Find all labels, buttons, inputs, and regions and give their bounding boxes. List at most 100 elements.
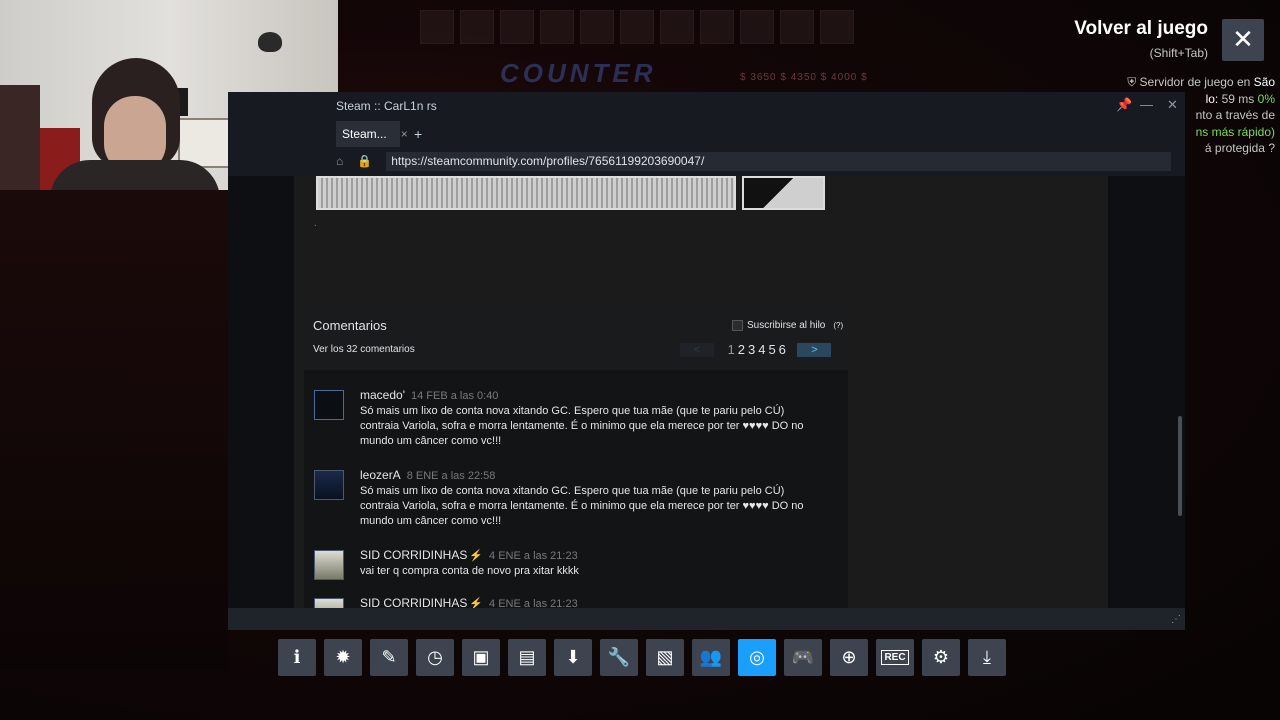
timer-button[interactable]: ◷ [416,639,454,676]
comment-text: Só mais um lixo de conta nova xitando GC… [360,405,804,447]
avatar[interactable] [314,470,344,500]
back-to-game-shortcut: (Shift+Tab) [1149,46,1208,60]
game-left-panel [0,190,228,670]
gear-button[interactable]: ⚙ [922,639,960,676]
pager-prev-button[interactable]: < [680,342,714,357]
tab-steam[interactable]: Steam... × [336,120,408,147]
pager-page[interactable]: 2 [738,342,745,357]
game-hud-loadout [420,0,870,60]
comment-author[interactable]: SID CORRIDINHAS [360,548,467,562]
comment-text: Só mais um lixo de conta nova xitando GC… [360,485,804,527]
guides-button[interactable]: ▣ [462,639,500,676]
profile-content: . Comentarios Ver los 32 comentarios Sus… [294,176,1108,608]
tab-label: Steam... [342,126,387,141]
pager-page[interactable]: 3 [748,342,755,357]
controller-icon: 🎮 [791,647,815,667]
web-button[interactable]: ⊕ [830,639,868,676]
separator-dot: . [314,218,317,229]
notes-button[interactable]: ✎ [370,639,408,676]
subscribe-checkbox[interactable] [732,320,743,331]
comment-text: vai ter q compra conta de novo pra xitar… [360,565,579,577]
overlay-browser-window: Steam :: CarL1n rs 📌 — ✕ Steam... × + ⌂ … [228,92,1185,630]
comments-pager: < 1 2 3 4 5 6 > [680,342,832,357]
close-overlay-button[interactable]: ✕ [1222,19,1264,61]
achievements-icon: ✹ [335,647,351,667]
info-icon: ℹ [293,647,301,667]
pager-page[interactable]: 1 [728,342,735,357]
downloads-icon: ⬇ [565,647,581,667]
new-tab-button[interactable]: + [414,126,422,142]
pager-page[interactable]: 5 [768,342,775,357]
guides-icon: ▣ [472,647,490,667]
url-field[interactable]: https://steamcommunity.com/profiles/7656… [386,151,1172,171]
page-scrollbar[interactable] [1178,416,1182,516]
home-icon[interactable]: ⌂ [336,154,343,168]
address-bar: ⌂ 🔒 https://steamcommunity.com/profiles/… [228,148,1185,174]
browser-button[interactable]: ◎ [738,639,776,676]
minimize-button[interactable]: ⤓ [968,639,1006,676]
subscribe-help-icon[interactable]: (?) [833,321,843,330]
recording-button[interactable]: REC [876,639,914,676]
shield-icon: ⛨ [1127,75,1137,89]
back-to-game-label: Volver al juego [1074,18,1208,39]
avatar[interactable] [314,598,344,608]
comment-date: 14 FEB a las 0:40 [410,390,499,402]
comment-author[interactable]: leozerA [360,468,401,482]
screenshots-icon: ▧ [656,647,674,667]
back-to-game[interactable]: Volver al juego (Shift+Tab) [1074,18,1208,60]
achievements-button[interactable]: ✹ [324,639,362,676]
settings-wrench-button[interactable]: 🔧 [600,639,638,676]
screenshot-thumbnail[interactable] [742,176,825,210]
pager-next-button[interactable]: > [797,342,832,357]
friends-button[interactable]: 👥 [692,639,730,676]
comments-header: Comentarios Ver los 32 comentarios Suscr… [304,308,848,370]
comment-author[interactable]: SID CORRIDINHAS [360,596,467,608]
subscribe-label: Suscribirse al hilo [747,320,826,331]
window-title: Steam :: CarL1n rs [336,98,437,113]
info-button[interactable]: ℹ [278,639,316,676]
help-icon[interactable]: ? [1268,141,1275,155]
pager-page[interactable]: 6 [779,342,786,357]
game-logo: COUNTER [500,58,657,88]
screenshots-button[interactable]: ▧ [646,639,684,676]
gear-icon: ⚙ [932,647,950,667]
game-prices: $ 3650 $ 4350 $ 4000 $ [740,72,868,83]
comment-date: 8 ENE a las 22:58 [406,470,496,482]
resize-grip-icon[interactable]: ⋰ [1171,614,1181,625]
avatar[interactable] [314,390,344,420]
overlay-toolbar: ℹ ✹ ✎ ◷ ▣ ▤ ⬇ 🔧 ▧ 👥 ◎ 🎮 ⊕ REC ⚙ ⤓ [278,639,1006,676]
comments-title: Comentarios [313,318,387,333]
recording-icon: REC [881,650,909,665]
timer-icon: ◷ [427,647,443,667]
friends-icon: 👥 [699,647,723,667]
close-window-button[interactable]: ✕ [1167,97,1178,113]
browser-titlebar[interactable]: Steam :: CarL1n rs 📌 — ✕ [228,92,1185,119]
avatar[interactable] [314,550,344,580]
browser-statusbar: ⋰ [228,608,1185,630]
pin-icon[interactable]: 📌 [1116,97,1132,113]
page-viewport: . Comentarios Ver los 32 comentarios Sus… [228,176,1185,608]
tab-bar: Steam... × + [228,119,1185,148]
lightning-icon: ⚡ [469,550,484,562]
web-icon: ⊕ [841,647,857,667]
comment-date: 4 ENE a las 21:23 [489,550,578,562]
discussions-icon: ▤ [518,647,536,667]
minimize-window-button[interactable]: — [1140,97,1153,112]
lightning-icon: ⚡ [469,598,484,608]
comment-author[interactable]: macedo' [360,388,405,402]
comments-panel: Comentarios Ver los 32 comentarios Suscr… [304,308,848,608]
controller-button[interactable]: 🎮 [784,639,822,676]
tab-close-icon[interactable]: × [401,127,408,141]
discussions-button[interactable]: ▤ [508,639,546,676]
screenshot-thumbnail[interactable] [316,176,736,210]
view-all-comments-link[interactable]: Ver los 32 comentarios [313,344,415,355]
lock-icon: 🔒 [357,154,373,168]
comment-date: 4 ENE a las 21:23 [489,598,578,608]
browser-icon: ◎ [749,647,765,667]
notes-icon: ✎ [381,647,397,667]
subscribe-thread[interactable]: Suscribirse al hilo (?) [732,320,843,331]
settings-wrench-icon: 🔧 [607,647,631,667]
pager-page[interactable]: 4 [758,342,765,357]
downloads-button[interactable]: ⬇ [554,639,592,676]
minimize-icon: ⤓ [983,647,991,667]
